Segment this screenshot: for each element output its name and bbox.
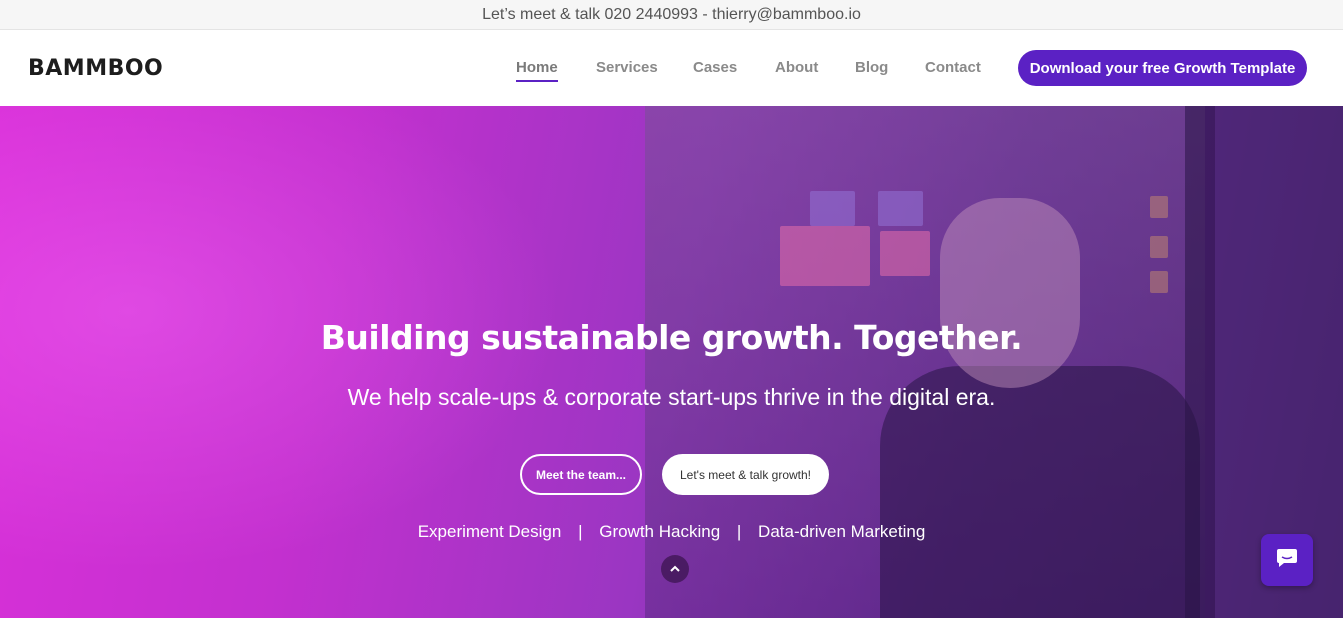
nav-about[interactable]: About xyxy=(775,59,818,76)
tag-separator: | xyxy=(736,522,742,541)
sticky-note xyxy=(780,226,870,286)
topbar-text: Let’s meet & talk 020 2440993 - thierry@… xyxy=(482,5,861,23)
tag-experiment-design: Experiment Design xyxy=(417,522,562,541)
chevron-up-icon[interactable] xyxy=(661,555,689,583)
talk-growth-button[interactable]: Let's meet & talk growth! xyxy=(662,454,829,495)
nav-contact[interactable]: Contact xyxy=(925,59,981,76)
tag-growth-hacking: Growth Hacking xyxy=(599,522,721,541)
nav-services[interactable]: Services xyxy=(596,59,658,76)
sticky-note xyxy=(1150,236,1168,258)
sticky-note xyxy=(1150,271,1168,293)
nav-home[interactable]: Home xyxy=(516,59,558,82)
sticky-note xyxy=(878,191,923,226)
nav-cases[interactable]: Cases xyxy=(693,59,737,76)
chat-launcher-button[interactable] xyxy=(1261,534,1313,586)
meet-team-button[interactable]: Meet the team... xyxy=(520,454,642,495)
service-tags: Experiment Design | Growth Hacking | Dat… xyxy=(0,522,1343,542)
nav-blog[interactable]: Blog xyxy=(855,59,888,76)
sticky-note xyxy=(880,231,930,276)
contact-topbar: Let’s meet & talk 020 2440993 - thierry@… xyxy=(0,0,1343,30)
sticky-note xyxy=(1150,196,1168,218)
tag-data-driven-marketing: Data-driven Marketing xyxy=(758,522,926,541)
hero-subtitle: We help scale-ups & corporate start-ups … xyxy=(347,384,996,410)
download-template-button[interactable]: Download your free Growth Template xyxy=(1018,50,1307,86)
site-header: BAMMBOO Home Services Cases About Blog C… xyxy=(0,30,1343,106)
hero-person-head xyxy=(940,198,1080,388)
chat-bubble-icon xyxy=(1275,547,1299,574)
tag-separator: | xyxy=(578,522,583,541)
hero-title: Building sustainable growth. Together. xyxy=(320,318,1023,357)
logo[interactable]: BAMMBOO xyxy=(28,56,163,81)
hero-section: Building sustainable growth. Together. W… xyxy=(0,106,1343,618)
sticky-note xyxy=(810,191,855,226)
